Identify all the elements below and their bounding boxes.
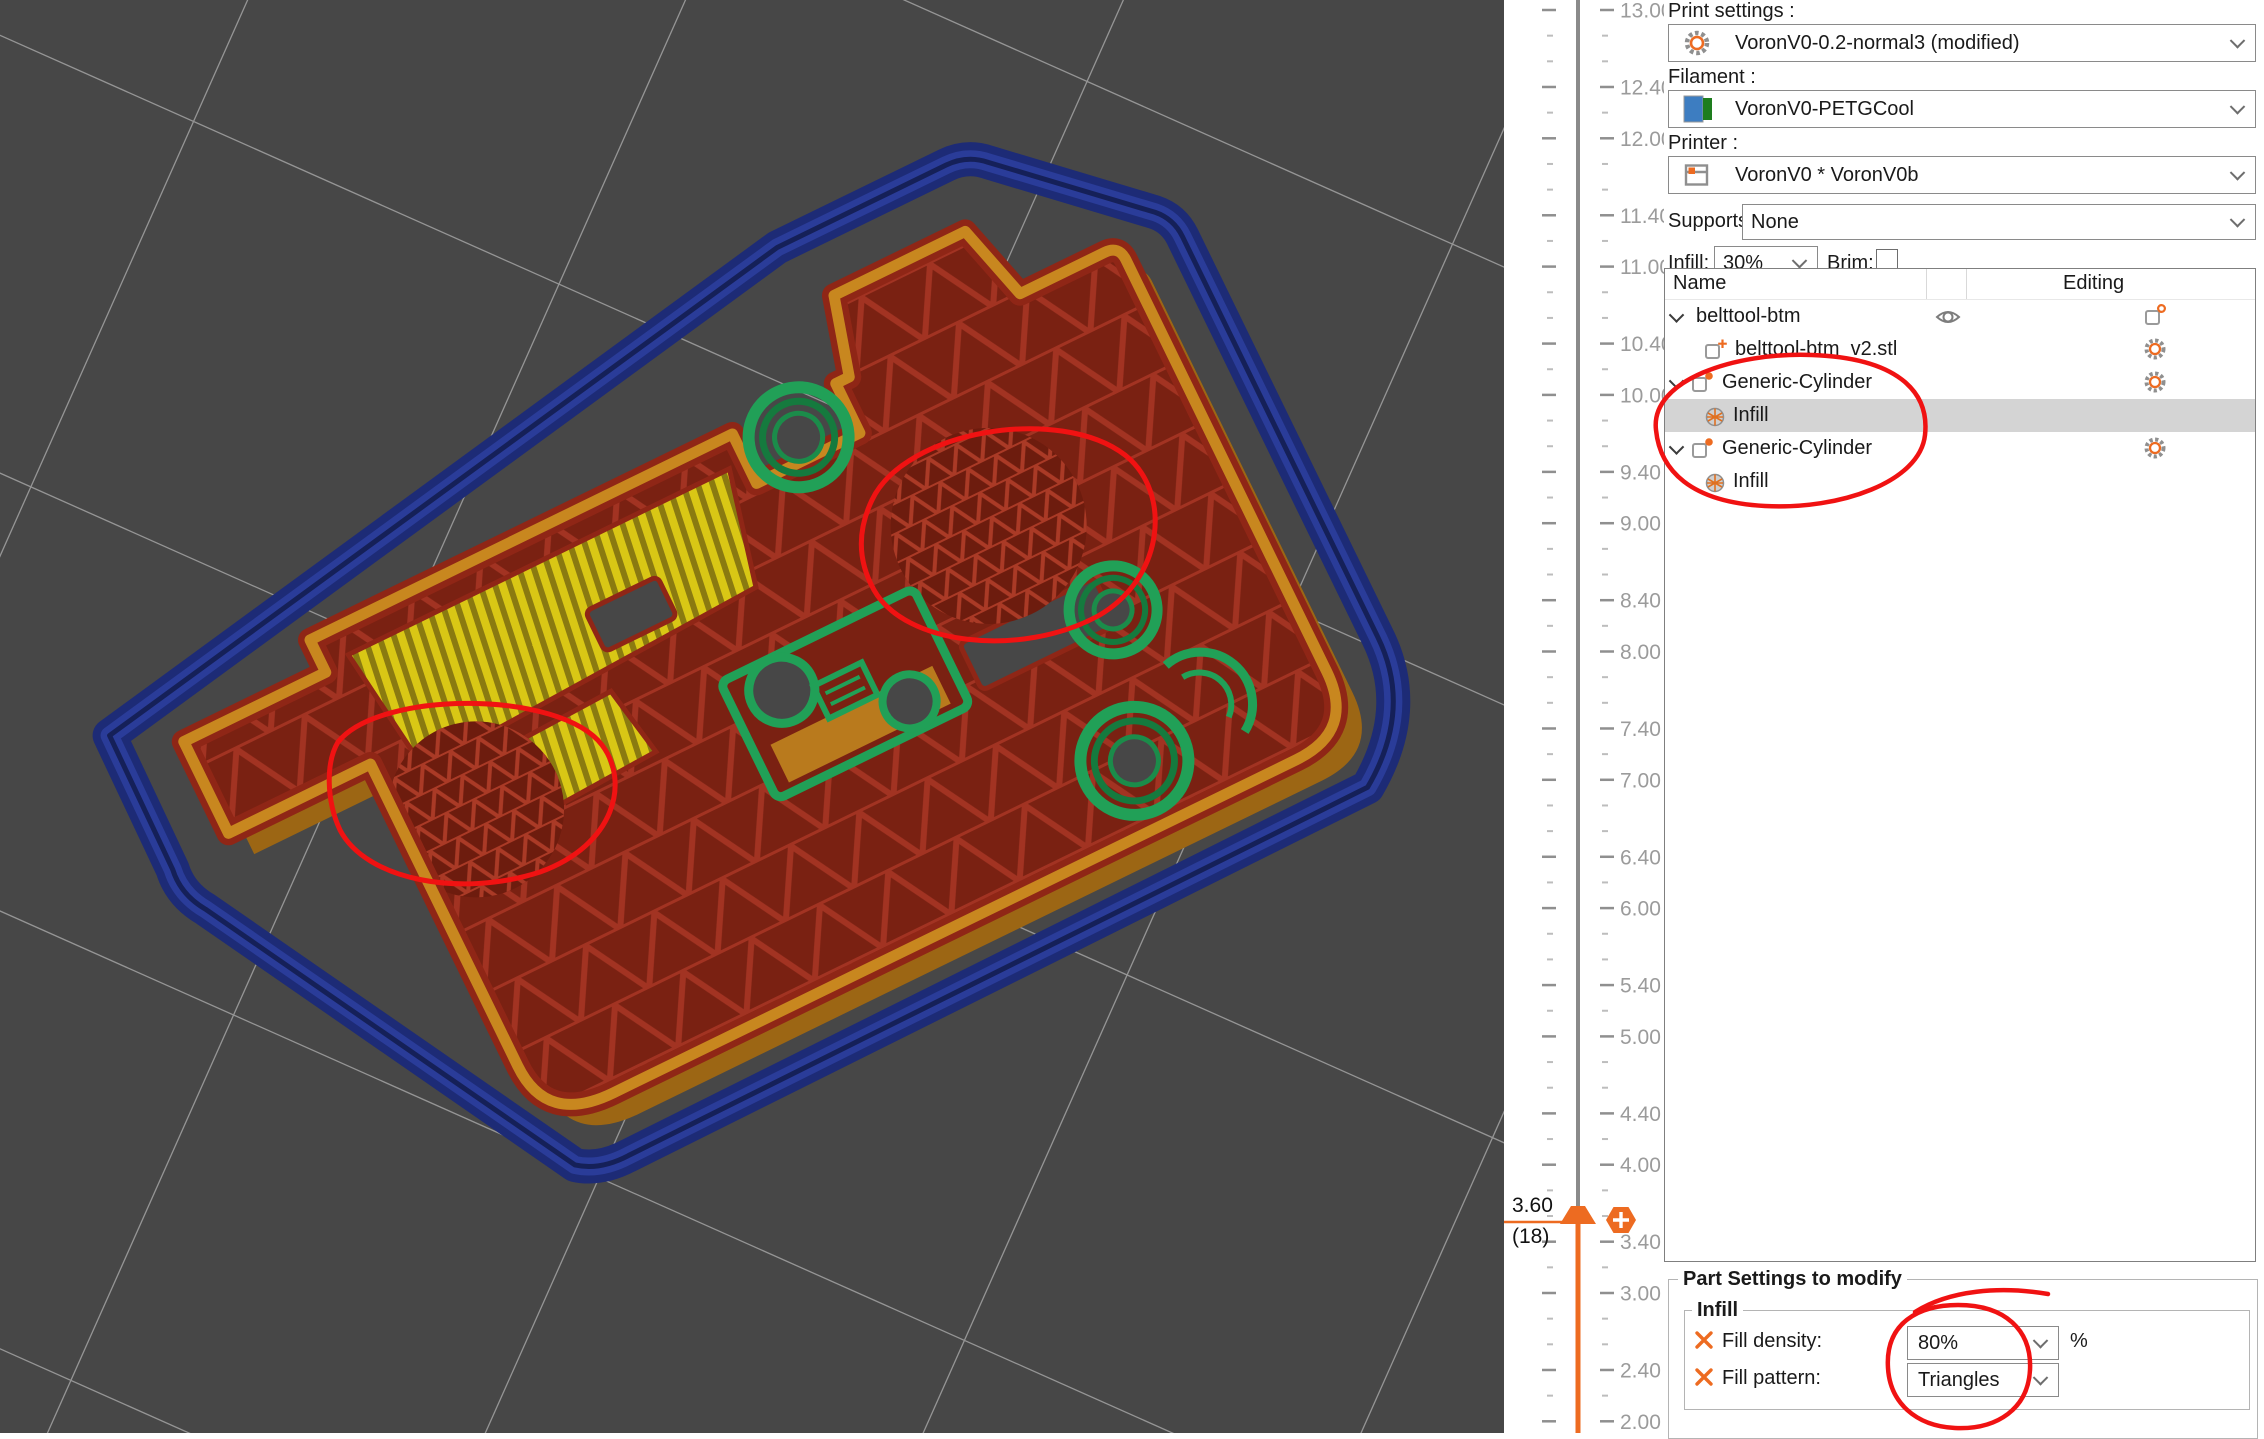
fill-density-combo[interactable]: 80%: [1907, 1326, 2059, 1360]
slider-tick-label: 10.00: [1620, 384, 1664, 407]
tree-row-label: Infill: [1733, 470, 1769, 493]
chevron-down-icon: [2230, 99, 2246, 115]
add-color-change-button[interactable]: [1606, 1207, 1636, 1233]
part-plus-icon: [1703, 338, 1729, 362]
tree-row-belttool-btm-v2-stl[interactable]: belttool-btm_v2.stl: [1665, 333, 2255, 366]
slider-tick-label: 2.40: [1620, 1359, 1661, 1382]
slider-tick-label: 2.00: [1620, 1411, 1661, 1433]
slider-tick-label: 9.40: [1620, 461, 1661, 484]
gear-icon[interactable]: [2143, 337, 2167, 367]
slider-tick-label: 13.00: [1620, 0, 1664, 23]
fill-pattern-combo[interactable]: Triangles: [1907, 1363, 2059, 1397]
slider-handle[interactable]: [1560, 1206, 1596, 1224]
tree-column-editing: Editing: [2063, 272, 2124, 295]
slider-tick-label: 3.00: [1620, 1283, 1661, 1306]
slicer-window: 13.00 12.40 12.00 11.40 11.00 10.40 10.00 9.40 9…: [0, 0, 2264, 1433]
slider-tick-label: 4.40: [1620, 1103, 1661, 1126]
print-settings-combo[interactable]: VoronV0-0.2-normal3 (modified): [1668, 24, 2256, 62]
chevron-down-icon: [2033, 1370, 2049, 1386]
part-settings-title: Part Settings to modify: [1678, 1268, 1907, 1291]
filament-label: Filament :: [1668, 66, 1756, 89]
infill-icon: [1703, 404, 1727, 428]
tree-row-generic-cylinder[interactable]: Generic-Cylinder: [1665, 432, 2255, 465]
chevron-down-icon: [2230, 165, 2246, 181]
slider-current-layer: (18): [1512, 1225, 1549, 1248]
expander-chevron-icon[interactable]: [1669, 373, 1685, 389]
gear-icon: [1683, 29, 1711, 57]
settings-panel: Print settings : VoronV0-0.2-normal3 (mo…: [1664, 0, 2264, 1433]
object-icon[interactable]: [2143, 304, 2169, 334]
slider-tick-label: 12.40: [1620, 76, 1664, 99]
filament-combo[interactable]: VoronV0-PETGCool: [1668, 90, 2256, 128]
remove-setting-icon[interactable]: [1694, 1330, 1714, 1350]
slider-tick-label: 11.40: [1620, 205, 1664, 228]
slider-tick-label: 10.40: [1620, 333, 1664, 356]
3d-viewport[interactable]: [0, 0, 1504, 1433]
sliced-model-belttool-btm[interactable]: [43, 86, 1438, 1281]
printer-icon: [1683, 162, 1710, 189]
slider-tick-label: 7.40: [1620, 718, 1661, 741]
part-dot-icon: [1690, 371, 1716, 395]
gear-icon[interactable]: [2143, 436, 2167, 466]
slider-tick-label: 5.00: [1620, 1026, 1661, 1049]
printer-combo[interactable]: VoronV0 * VoronV0b: [1668, 156, 2256, 194]
chevron-down-icon: [1792, 253, 1808, 269]
slider-current-value: 3.60: [1512, 1194, 1553, 1217]
slider-tick-label: 12.00: [1620, 128, 1664, 151]
chevron-down-icon: [2033, 1333, 2049, 1349]
object-tree: Name Editing belttool-btm belttool-btm_v2…: [1664, 268, 2256, 1262]
chevron-down-icon: [2230, 33, 2246, 49]
slider-tick-label: 7.00: [1620, 769, 1661, 792]
slider-tick-label: 8.40: [1620, 590, 1661, 613]
remove-setting-icon[interactable]: [1694, 1367, 1714, 1387]
fill-density-suffix: %: [2070, 1330, 2088, 1353]
printer-label: Printer :: [1668, 132, 1738, 155]
print-settings-label: Print settings :: [1668, 0, 1795, 23]
infill-group-title: Infill: [1692, 1299, 1743, 1322]
expander-chevron-icon[interactable]: [1669, 439, 1685, 455]
eye-icon[interactable]: [1935, 304, 1961, 336]
tree-row-generic-cylinder[interactable]: Generic-Cylinder: [1665, 366, 2255, 399]
object-tree-header: Name Editing: [1665, 269, 2255, 300]
gear-icon[interactable]: [2143, 370, 2167, 400]
tree-row-belttool-btm[interactable]: belttool-btm: [1665, 300, 2255, 333]
fill-density-label: Fill density:: [1722, 1330, 1822, 1353]
supports-label: Supports:: [1668, 210, 1754, 233]
layer-slider[interactable]: 13.00 12.40 12.00 11.40 11.00 10.40 10.00 9.40 9…: [1504, 0, 1664, 1433]
tree-column-name: Name: [1673, 272, 1726, 295]
slider-tick-label: 6.00: [1620, 898, 1661, 921]
tree-row-label: belttool-btm_v2.stl: [1735, 338, 1897, 361]
slider-tick-label: 6.40: [1620, 846, 1661, 869]
supports-combo[interactable]: None: [1742, 204, 2256, 240]
infill-icon: [1703, 470, 1727, 494]
filament-swatch-icon: [1683, 95, 1713, 123]
expander-chevron-icon[interactable]: [1669, 307, 1685, 323]
slider-tick-label: 3.40: [1620, 1231, 1661, 1254]
slider-tick-label: 5.40: [1620, 975, 1661, 998]
tree-row-label: Generic-Cylinder: [1722, 437, 1872, 460]
tree-row-infill[interactable]: Infill: [1665, 399, 2255, 432]
tree-row-label: Infill: [1733, 404, 1769, 427]
slider-tick-label: 9.00: [1620, 513, 1661, 536]
tree-row-label: belttool-btm: [1696, 305, 1801, 328]
slider-ticks: 13.00 12.40 12.00 11.40 11.00 10.40 10.00 9.40 9…: [1542, 0, 1664, 1433]
part-dot-icon: [1690, 437, 1716, 461]
tree-row-label: Generic-Cylinder: [1722, 371, 1872, 394]
chevron-down-icon: [2230, 212, 2246, 228]
slider-tick-label: 4.00: [1620, 1154, 1661, 1177]
tree-row-infill[interactable]: Infill: [1665, 465, 2255, 498]
slider-tick-label: 11.00: [1620, 256, 1664, 279]
fill-pattern-label: Fill pattern:: [1722, 1367, 1821, 1390]
slider-tick-label: 8.00: [1620, 641, 1661, 664]
